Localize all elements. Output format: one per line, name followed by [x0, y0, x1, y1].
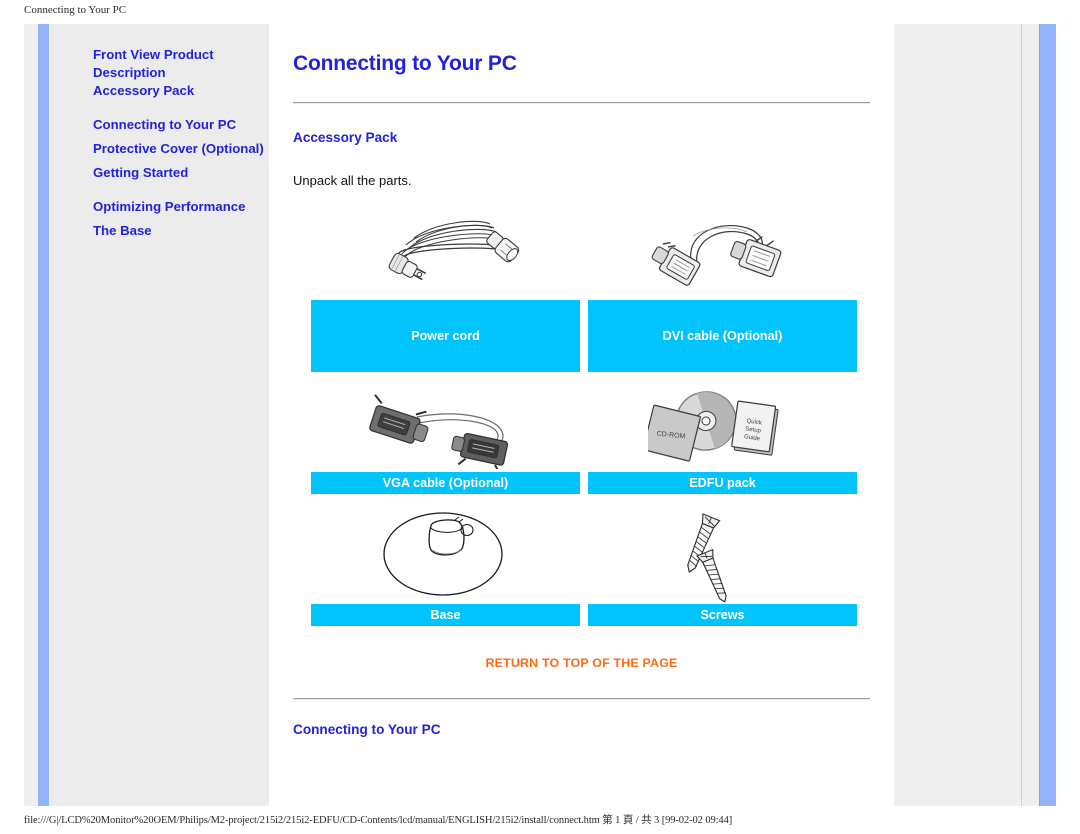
sidebar-group-install: Connecting to Your PC Protective Cover (… — [93, 116, 269, 182]
sidebar-item-getting-started[interactable]: Getting Started — [93, 164, 269, 182]
dvi-cable-icon — [588, 202, 857, 300]
accessory-row: Base Screws — [311, 496, 857, 626]
screws-icon — [588, 496, 857, 604]
accessory-cell-power-cord: Power cord — [311, 202, 580, 372]
vga-cable-icon — [311, 380, 580, 472]
section-title-accessory-pack: Accessory Pack — [293, 130, 398, 145]
content-panel: Connecting to Your PC Accessory Pack Unp… — [269, 24, 894, 806]
accessory-cell-base: Base — [311, 496, 580, 626]
page-title: Connecting to Your PC — [293, 52, 517, 75]
sidebar: Front View Product Description Accessory… — [49, 24, 269, 806]
right-frame-hairline — [1021, 24, 1022, 806]
sidebar-group-product: Front View Product Description Accessory… — [93, 46, 269, 100]
left-frame-bar — [38, 24, 50, 806]
accessory-grid: Power cord DVI cable (Optional) VGA cabl… — [311, 202, 857, 626]
grid-gap — [580, 202, 588, 372]
sidebar-group-performance: Optimizing Performance The Base — [93, 198, 269, 240]
sidebar-item-accessory-pack[interactable]: Accessory Pack — [93, 82, 269, 100]
right-frame-bar — [1039, 24, 1056, 806]
sidebar-nav: Front View Product Description Accessory… — [49, 24, 269, 240]
accessory-caption-vga-cable: VGA cable (Optional) — [311, 472, 580, 494]
accessory-caption-dvi-cable: DVI cable (Optional) — [588, 300, 857, 372]
sidebar-item-front-view-product[interactable]: Front View Product — [93, 46, 269, 64]
sidebar-item-protective-cover[interactable]: Protective Cover (Optional) — [93, 140, 269, 158]
monitor-base-icon — [311, 496, 580, 604]
browser-print-header: Connecting to Your PC — [24, 4, 127, 16]
intro-text: Unpack all the parts. — [293, 173, 412, 188]
title-divider — [293, 102, 870, 104]
accessory-cell-vga-cable: VGA cable (Optional) — [311, 380, 580, 494]
accessory-caption-edfu-pack: EDFU pack — [588, 472, 857, 494]
accessory-row: Power cord DVI cable (Optional) — [311, 202, 857, 372]
accessory-cell-screws: Screws — [588, 496, 857, 626]
return-to-top-container: RETURN TO TOP OF THE PAGE — [293, 654, 870, 672]
accessory-cell-dvi-cable: DVI cable (Optional) — [588, 202, 857, 372]
grid-gap — [580, 496, 588, 626]
sidebar-item-the-base[interactable]: The Base — [93, 222, 269, 240]
subsection-title-connecting-to-your-pc: Connecting to Your PC — [293, 722, 441, 737]
power-cord-icon — [311, 202, 580, 300]
return-to-top-link[interactable]: RETURN TO TOP OF THE PAGE — [485, 656, 677, 670]
sidebar-item-description[interactable]: Description — [93, 64, 269, 82]
grid-gap — [580, 380, 588, 494]
accessory-cell-edfu-pack: CD-ROM Quick Setup Guide EDFU pack — [588, 380, 857, 494]
sidebar-item-connecting-to-your-pc[interactable]: Connecting to Your PC — [93, 116, 269, 134]
document-page: Front View Product Description Accessory… — [24, 24, 1056, 806]
accessory-caption-power-cord: Power cord — [311, 300, 580, 372]
browser-print-footer: file:///G|/LCD%20Monitor%20OEM/Philips/M… — [24, 815, 733, 826]
sidebar-item-optimizing-performance[interactable]: Optimizing Performance — [93, 198, 269, 216]
accessory-row: VGA cable (Optional) CD-ROM Quick Setup … — [311, 380, 857, 494]
edfu-pack-icon: CD-ROM Quick Setup Guide — [588, 380, 857, 472]
accessory-caption-screws: Screws — [588, 604, 857, 626]
section-divider — [293, 698, 870, 700]
accessory-caption-base: Base — [311, 604, 580, 626]
